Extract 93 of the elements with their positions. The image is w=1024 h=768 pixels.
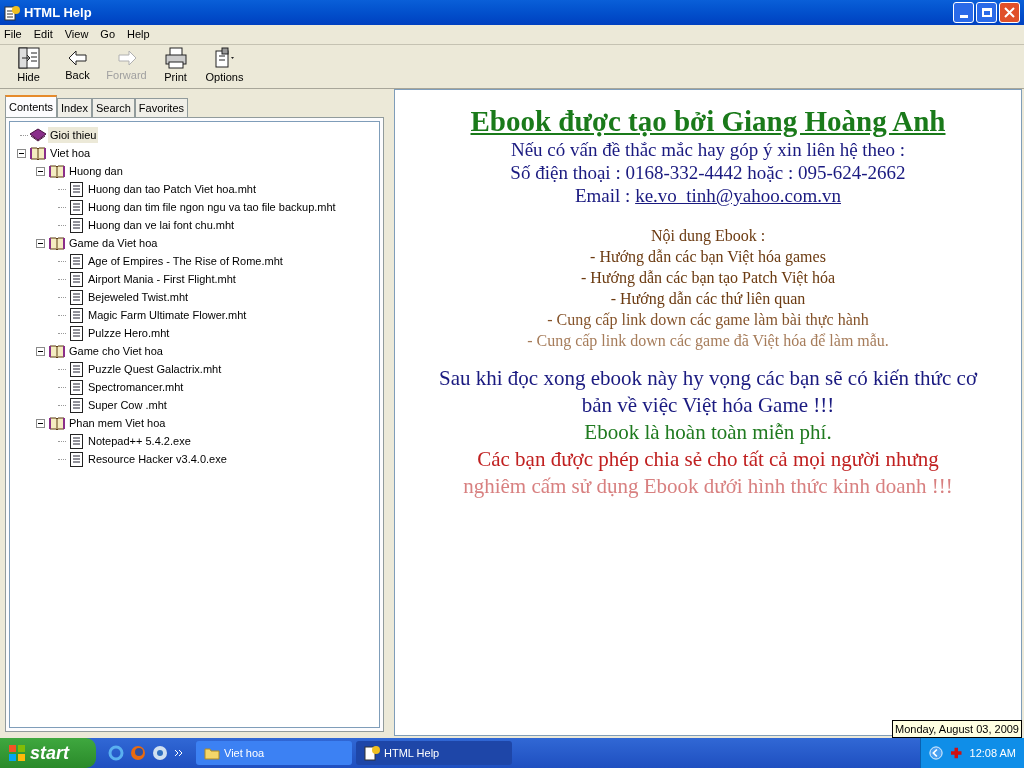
open-book-icon [48,415,66,431]
closed-book-icon [29,127,47,143]
browser-globe-icon[interactable] [108,745,124,761]
menu-item[interactable]: Go [100,26,116,43]
summary-line: - Cung cấp link down các game làm bài thực hành [547,310,869,330]
tree-item[interactable]: Game cho Viet hoa [67,342,165,360]
document-icon [69,199,83,215]
taskbar-button[interactable]: HTML Help [356,741,512,765]
document-icon [69,379,83,395]
clock: 12:08 AM [969,745,1016,761]
summary-line: - Cung cấp link down các game đã Việt hóa để làm mẫu. [527,331,889,351]
collapse-toggle[interactable] [35,238,45,248]
tree-item[interactable]: Pulzze Hero.mht [86,324,172,342]
collapse-toggle[interactable] [35,166,45,176]
document-icon [69,307,83,323]
note-text: Ebook là hoàn toàn miễn phí. [584,419,832,446]
note-text: Sau khi đọc xong ebook này hy vọng các bạn sẽ có kiến thức cơ bản về việc Việt hóa Game !!! [438,365,979,419]
tree-item[interactable]: Notepad++ 5.4.2.exe [86,432,193,450]
collapse-toggle[interactable] [16,148,26,158]
contact-text: Nếu có vấn đề thắc mắc hay góp ý xin liên hệ theo : [510,138,906,161]
summary-line: - Hướng dẫn các thứ liên quan [610,289,806,309]
email-label: Email : [574,185,632,206]
document-icon [69,289,83,305]
tab[interactable]: Index [57,98,92,117]
menu-item[interactable]: File [4,26,22,43]
tab[interactable]: Search [91,98,135,117]
windows-flag-icon [8,744,26,762]
document-icon [69,433,83,449]
collapse-toggle[interactable] [35,346,45,356]
printer-icon [163,47,188,70]
document-icon [69,451,83,467]
tree-item[interactable]: Age of Empires - The Rise of Rome.mht [86,252,285,270]
tree-item[interactable]: Airport Mania - First Flight.mht [86,270,238,288]
note-text: nghiêm cấm sử dụng Ebook dưới hình thức kinh doanh !!! [463,473,953,500]
tree-item[interactable]: Bejeweled Twist.mht [86,288,191,306]
close-button[interactable] [999,2,1020,23]
taskbar-button[interactable]: Viet hoa [196,741,352,765]
document-icon [69,397,83,413]
email-link[interactable]: ke.vo_tinh@yahoo.com.vn [635,185,841,206]
note-text: Các bạn được phép chia sẻ cho tất cả mọi người nhưng [477,446,939,473]
options-icon [212,47,237,70]
open-book-icon [48,235,66,251]
chevron-icon[interactable] [174,748,184,758]
restore-button[interactable] [976,2,997,23]
tree-item[interactable]: Huong dan tim file ngon ngu va tao file backup.mht [86,198,338,216]
window-title: HTML Help [24,3,92,22]
hide-pane-icon [16,47,41,70]
tree-item[interactable]: Huong dan ve lai font chu.mht [86,216,237,234]
tree-item[interactable]: Viet hoa [48,144,93,162]
open-book-icon [48,343,66,359]
toolbar-button[interactable]: Hide [4,46,53,87]
tree-item[interactable]: Puzzle Quest Galactrix.mht [86,360,224,378]
toolbar-button[interactable]: Print [151,46,200,87]
open-book-icon [29,145,47,161]
summary-line: - Hướng dẫn các bạn Việt hóa games [590,247,826,267]
tree-item[interactable]: Phan mem Viet hoa [67,414,168,432]
menu-item[interactable]: Help [127,26,150,43]
page-heading: Ebook được tạo bởi Giang Hoàng Anh [470,104,946,138]
tree-item[interactable]: Huong dan tao Patch Viet hoa.mht [86,180,258,198]
tree-item[interactable]: Spectromancer.mht [86,378,186,396]
toolbar-button[interactable]: Options [200,46,249,87]
close-icon [1004,7,1015,18]
document-icon [69,271,83,287]
document-icon [69,181,83,197]
tree-item[interactable]: Resource Hacker v3.4.0.exe [86,450,229,468]
tree-item[interactable]: Magic Farm Ultimate Flower.mht [86,306,249,324]
forward-arrow-icon [115,49,138,68]
document-icon [69,361,83,377]
contact-text: Số điện thoại : 0168-332-4442 hoặc : 095-624-2662 [510,161,906,184]
tab[interactable]: Favorites [134,98,189,117]
tree-item[interactable]: Game da Viet hoa [67,234,160,252]
tab[interactable]: Contents [5,95,58,117]
app-icon[interactable] [152,745,168,761]
folder-icon [204,746,220,760]
summary-line: - Hướng dẫn các bạn tạo Patch Việt hóa [581,268,835,288]
start-button[interactable]: start [0,738,96,768]
help-document-icon [364,745,380,761]
chevron-left-icon[interactable] [929,745,943,761]
minimize-button[interactable] [953,2,974,23]
menu-item[interactable]: Edit [33,26,53,43]
summary-line: Nội dung Ebook : [650,226,766,246]
menu-item[interactable]: View [64,26,89,43]
help-document-icon [4,4,20,21]
toolbar-button[interactable]: Back [53,46,102,87]
collapse-toggle[interactable] [35,418,45,428]
tree-item[interactable]: Super Cow .mht [86,396,169,414]
back-arrow-icon [66,49,89,68]
document-icon [69,325,83,341]
document-icon [69,217,83,233]
open-book-icon [48,163,66,179]
tree-item[interactable]: Gioi thieu [48,126,99,144]
document-icon [69,253,83,269]
tree-item[interactable]: Huong dan [67,162,125,180]
